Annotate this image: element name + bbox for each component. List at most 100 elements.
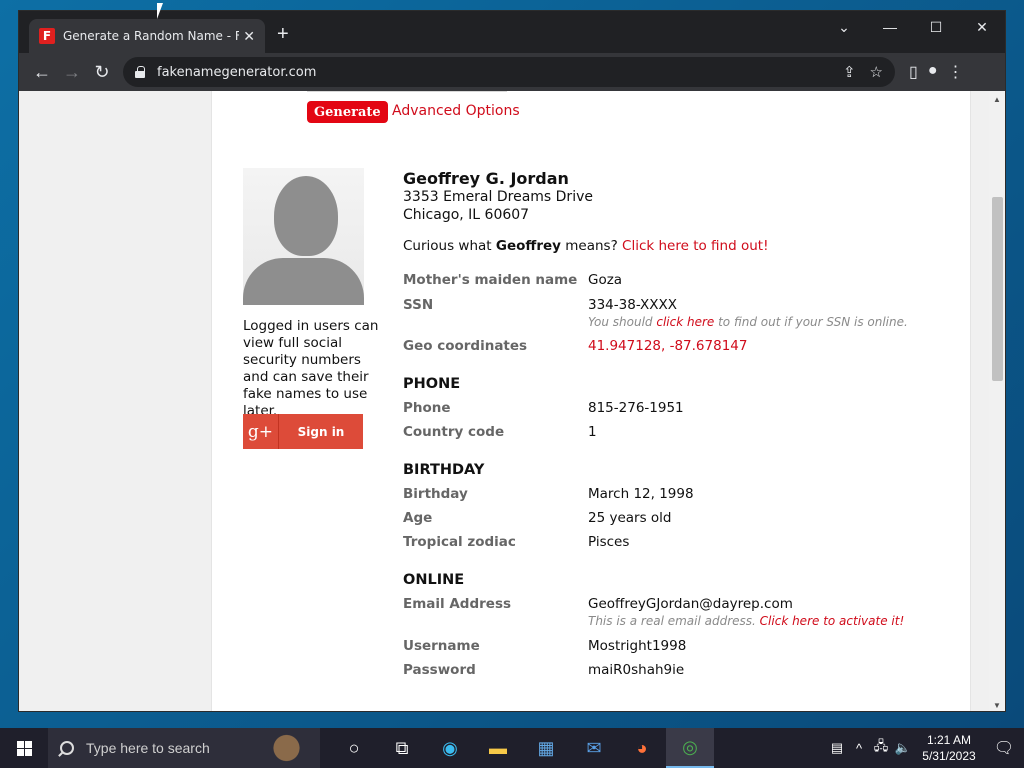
scroll-down-icon[interactable]: ▼ [989,697,1005,711]
email-label: Email Address [403,596,512,612]
vertical-scrollbar[interactable]: ▲ ▼ [989,91,1005,711]
ssn-note-prefix: You should [588,315,657,329]
geo-row: Geo coordinates 41.947128, -87.678147 [403,338,963,354]
page-viewport: Generate Advanced Options Logged in user… [19,91,1005,711]
menu-icon[interactable]: ⋮ [947,62,963,82]
avatar-head-shape [274,176,338,256]
mail-icon[interactable]: ✉ [570,728,618,768]
country-code-value: 1 [588,424,597,440]
birthday-row: Birthday March 12, 1998 [403,486,963,502]
maiden-row: Mother's maiden name Goza [403,272,963,288]
scroll-thumb[interactable] [992,197,1003,381]
title-bar: F Generate a Random Name - Fake ✕ + ⌄ — … [19,11,1005,53]
task-view-icon[interactable]: ⧉ [378,728,426,768]
ssn-row: SSN 334-38-XXXX [403,297,963,313]
file-explorer-icon[interactable]: ▬ [474,728,522,768]
activate-email-link[interactable]: Click here to activate it! [760,614,905,628]
favicon-icon: F [39,28,55,44]
chrome-icon[interactable]: ◎ [666,728,714,768]
edge-icon[interactable]: ◉ [426,728,474,768]
username-row: Username Mostright1998 [403,638,963,654]
clock-time: 1:21 AM [926,733,972,747]
ssn-note-suffix: to find out if your SSN is online. [714,315,908,329]
start-button[interactable] [0,728,48,768]
address-line-1: 3353 Emeral Dreams Drive [403,189,593,205]
maximize-button[interactable]: ☐ [913,11,959,43]
ssn-label: SSN [403,297,434,313]
zodiac-label: Tropical zodiac [403,534,516,550]
username-value: Mostright1998 [588,638,687,654]
clock[interactable]: 1:21 AM 5/31/2023 [914,732,984,764]
volume-icon[interactable]: 🔈 [892,740,914,756]
phone-row: Phone 815-276-1951 [403,400,963,416]
country-code-label: Country code [403,424,505,440]
share-icon[interactable]: ⇪ [843,63,856,81]
notification-icon[interactable]: 🗨 [984,738,1024,758]
generate-button[interactable]: Generate [307,101,388,123]
age-row: Age 25 years old [403,510,963,526]
age-value: 25 years old [588,510,672,526]
news-icon[interactable]: ▤ [826,740,848,756]
geo-link[interactable]: 41.947128, -87.678147 [588,338,747,354]
firefox-icon[interactable]: ◕ [618,728,666,768]
profile-icon[interactable]: ● [928,62,938,82]
online-section-heading: ONLINE [403,572,465,588]
back-button[interactable]: ← [27,57,57,87]
side-panel-icon[interactable]: ▯ [909,62,918,82]
address-bar[interactable]: fakenamegenerator.com ⇪ ☆ [123,57,895,87]
maiden-value: Goza [588,272,623,288]
google-plus-icon: g+ [243,414,279,449]
username-label: Username [403,638,480,654]
bookmark-star-icon[interactable]: ☆ [870,63,883,81]
curious-prefix: Curious what [403,238,496,254]
google-signin-button[interactable]: g+ Sign in [243,414,363,449]
browser-tab[interactable]: F Generate a Random Name - Fake ✕ [29,19,265,53]
taskbar-search[interactable]: Type here to search [48,728,320,768]
phone-value: 815-276-1951 [588,400,684,416]
forward-button[interactable]: → [57,57,87,87]
content-column: Generate Advanced Options Logged in user… [211,91,971,711]
identity-info: Geoffrey G. Jordan 3353 Emeral Dreams Dr… [403,169,963,678]
reload-button[interactable]: ↻ [87,57,117,87]
network-icon[interactable]: 🖧 [870,737,892,759]
minimize-button[interactable]: — [867,11,913,43]
windows-logo-icon [16,740,32,756]
new-tab-button[interactable]: + [277,24,289,44]
advanced-options-link[interactable]: Advanced Options [392,103,520,119]
curious-mid: means? [560,238,623,254]
clock-date: 5/31/2023 [922,749,976,763]
email-value: GeoffreyGJordan@dayrep.com [588,596,793,612]
password-label: Password [403,662,476,678]
email-note-prefix: This is a real email address. [588,614,760,628]
age-label: Age [403,510,433,526]
lock-icon[interactable] [135,66,145,78]
birthday-value: March 12, 1998 [588,486,694,502]
phone-label: Phone [403,400,451,416]
cortana-icon[interactable]: ○ [330,728,378,768]
signin-label: Sign in [297,424,345,439]
name-meaning-link[interactable]: Click here to find out! [622,238,768,254]
email-note: This is a real email address. Click here… [588,614,963,628]
chevron-up-icon[interactable]: ^ [848,741,870,756]
maiden-label: Mother's maiden name [403,272,578,288]
ssn-check-link[interactable]: click here [656,315,714,329]
login-note: Logged in users can view full social sec… [243,318,379,419]
taskbar: Type here to search ○ ⧉ ◉ ▬ ▦ ✉ ◕ ◎ ▤ ^ … [0,728,1024,768]
curious-line: Curious what Geoffrey means? Click here … [403,238,963,254]
search-icon [60,741,74,755]
tab-search-icon[interactable]: ⌄ [821,11,867,43]
browser-window: F Generate a Random Name - Fake ✕ + ⌄ — … [18,10,1006,712]
search-placeholder: Type here to search [86,740,210,756]
address-line-2: Chicago, IL 60607 [403,207,530,223]
mouse-cursor-icon [157,3,163,19]
tab-close-icon[interactable]: ✕ [243,28,255,45]
phone-section-heading: PHONE [403,376,461,392]
scroll-up-icon[interactable]: ▲ [989,91,1005,107]
url-text[interactable]: fakenamegenerator.com [157,65,316,80]
store-icon[interactable]: ▦ [522,728,570,768]
browser-toolbar: ← → ↻ fakenamegenerator.com ⇪ ☆ ▯ ● ⋮ [19,53,1005,91]
close-window-button[interactable]: ✕ [959,11,1005,43]
person-name: Geoffrey G. Jordan [403,169,569,188]
otter-icon [264,732,314,764]
country-code-row: Country code 1 [403,424,963,440]
